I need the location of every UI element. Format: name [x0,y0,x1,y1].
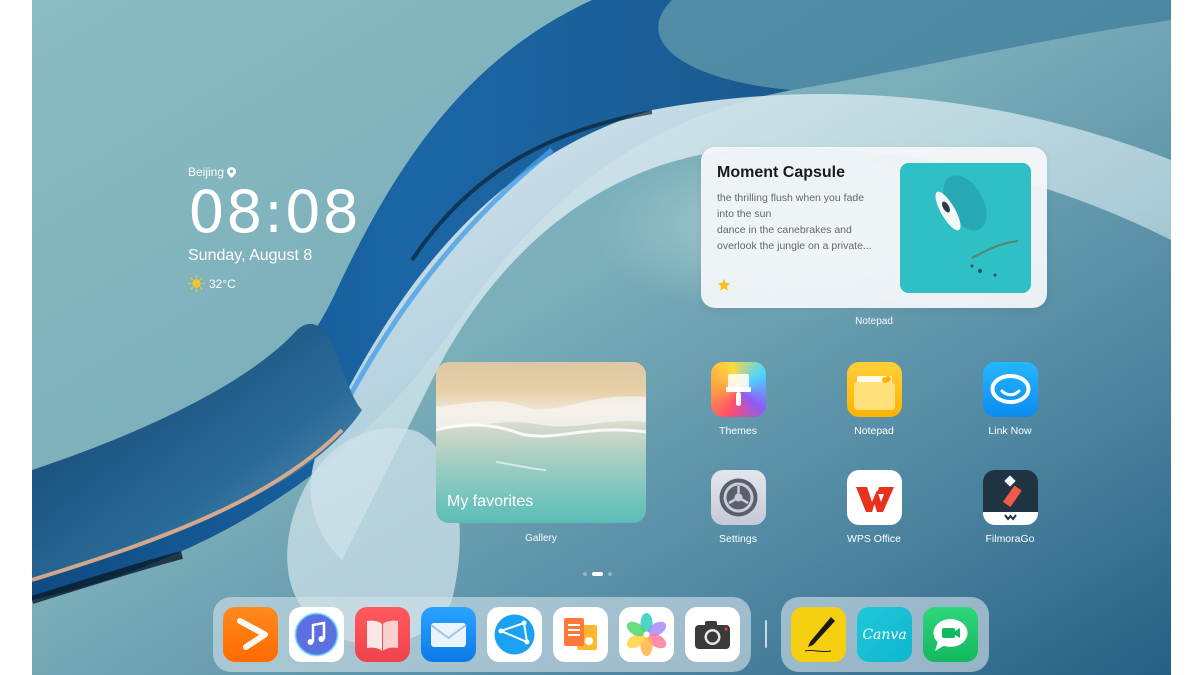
clock-date: Sunday, August 8 [188,247,313,264]
wps-office-icon [846,470,902,525]
dock-app-camera[interactable] [685,607,740,662]
gallery-widget[interactable]: My favorites [436,362,646,523]
app-label: Notepad [854,425,894,437]
dock-app-books[interactable] [355,607,410,662]
page-dot[interactable] [583,572,587,576]
app-label: Themes [719,425,757,437]
dock-app-docs[interactable] [553,607,608,662]
page-indicator[interactable] [583,572,612,576]
music-note-icon [294,612,339,657]
clock-widget[interactable]: Beijing 08:08 Sunday, August 8 32°C [188,165,360,292]
notepad-folder-icon [846,362,902,417]
page-dot-active[interactable] [592,572,603,576]
mail-envelope-icon [430,623,467,647]
gallery-app-label: Gallery [525,533,557,544]
camera-icon [695,621,730,649]
app-themes[interactable]: Themes [698,362,778,437]
boat-image [900,163,1031,293]
gallery-petals-icon [626,613,667,656]
dock-app-gallery[interactable] [619,607,674,662]
star-icon[interactable] [717,278,731,292]
canva-icon: Canva [862,627,906,643]
dock-separator [765,620,767,648]
dock [213,597,751,672]
dock-app-music[interactable] [289,607,344,662]
filmorago-icon [982,470,1038,525]
dock-app-canva[interactable]: Canva [857,607,912,662]
canva-wordmark: Canva [862,627,906,643]
documents-icon [564,618,597,650]
app-notepad[interactable]: Notepad [834,362,914,437]
app-wps-office[interactable]: WPS Office [834,470,914,545]
themes-brush-icon [710,362,766,417]
capsule-line: into the sun [717,208,772,220]
pen-icon [804,617,835,653]
capsule-line: dance in the canebrakes and [717,224,852,236]
city-name: Beijing [188,165,225,179]
dock-app-video[interactable] [223,607,278,662]
app-settings[interactable]: Settings [698,470,778,545]
app-label: Settings [719,533,757,545]
sun-icon [188,275,205,292]
temperature: 32°C [209,276,236,291]
dock-recent-apps: Canva [781,597,989,672]
moment-capsule-widget[interactable]: Moment Capsule the thrilling flush when … [701,147,1047,308]
clock-time: 08:08 [188,178,361,246]
page-dot[interactable] [608,572,612,576]
app-label: FilmoraGo [985,533,1035,545]
weather[interactable]: 32°C [188,275,360,292]
app-label: Link Now [988,425,1032,437]
gallery-caption: My favorites [447,493,534,510]
capsule-photo-boat [900,163,1031,293]
location-pin-icon [227,166,237,178]
dock-app-notes-writer[interactable] [791,607,846,662]
capsule-body: the thrilling flush when you fade into t… [717,190,892,254]
capsule-line: overlook the jungle on a private... [717,240,872,252]
app-link-now[interactable]: Link Now [970,362,1050,437]
capsule-title: Moment Capsule [717,164,846,181]
video-call-bubble-icon [933,619,968,651]
dock-app-meetime[interactable] [923,607,978,662]
browser-globe-icon [494,614,535,655]
app-filmorago[interactable]: FilmoraGo [970,470,1050,545]
dock-app-browser[interactable] [487,607,542,662]
link-now-chat-icon [982,362,1038,417]
capsule-app-label: Notepad [855,316,893,327]
app-label: WPS Office [846,533,902,545]
settings-gear-icon [710,470,766,525]
location: Beijing [188,165,360,179]
dock-app-email[interactable] [421,607,476,662]
open-book-icon [367,620,398,651]
video-play-icon [237,618,268,650]
capsule-line: the thrilling flush when you fade [717,192,865,204]
home-screen: Beijing 08:08 Sunday, August 8 32°C Mome… [32,0,1171,675]
